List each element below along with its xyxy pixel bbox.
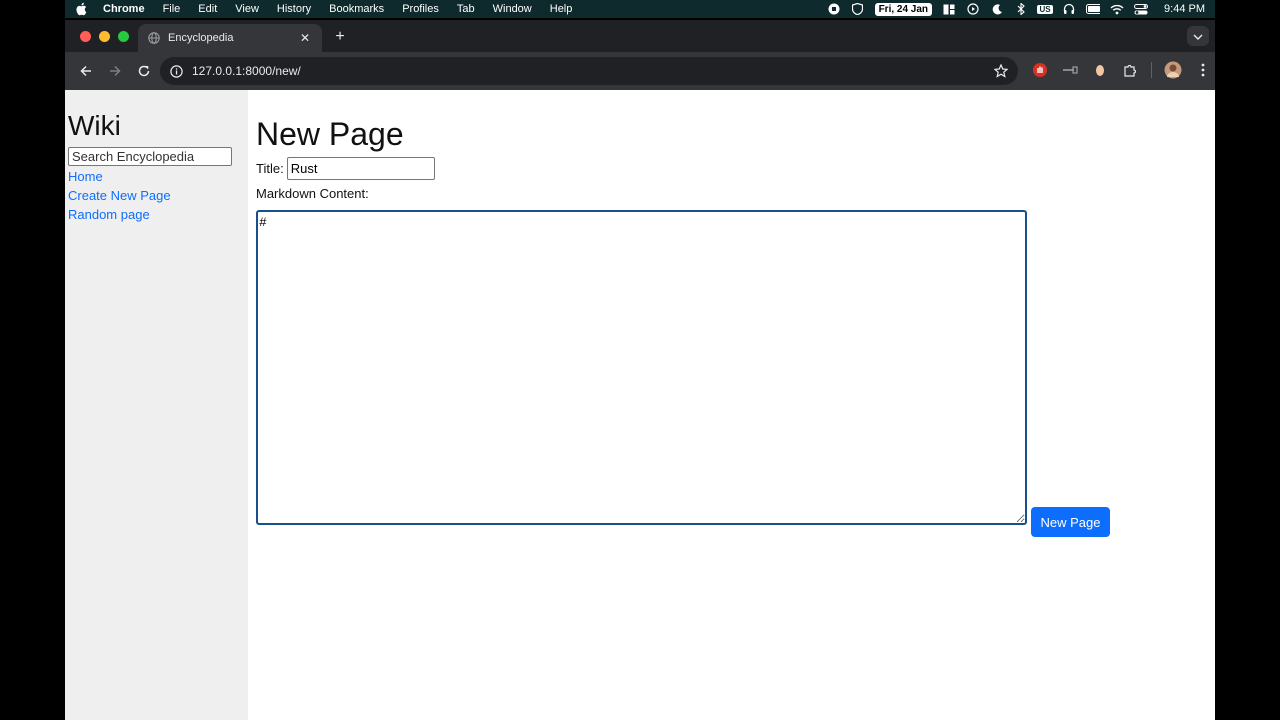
title-input[interactable] — [286, 157, 435, 180]
search-input[interactable] — [68, 147, 232, 166]
globe-icon — [148, 32, 160, 44]
bookmark-star-icon[interactable] — [994, 64, 1008, 78]
tab-search-button[interactable] — [1187, 26, 1209, 46]
tab-encyclopedia[interactable]: Encyclopedia ✕ — [138, 24, 322, 52]
reload-icon — [138, 65, 150, 77]
address-bar[interactable]: 127.0.0.1:8000/new/ — [160, 57, 1018, 85]
markdown-content-textarea[interactable]: # — [256, 210, 1027, 525]
puzzle-extensions-icon[interactable] — [1121, 61, 1139, 79]
editor-row: # New Page — [256, 210, 1110, 537]
screen-record-icon[interactable] — [827, 3, 841, 15]
more-menu-icon[interactable] — [1194, 61, 1212, 79]
window-layout-icon[interactable] — [942, 3, 956, 15]
headphones-icon[interactable] — [1062, 3, 1076, 15]
tab-title: Encyclopedia — [168, 32, 234, 44]
chevron-down-icon — [1193, 27, 1203, 45]
web-page: Wiki Home Create New Page Random page Ne… — [65, 90, 1215, 720]
menubar-status-area: Fri, 24 Jan US 9:44 PM — [827, 2, 1205, 16]
title-row: Title: — [256, 157, 1110, 180]
forward-button[interactable] — [102, 58, 128, 84]
egg-extension-icon[interactable] — [1091, 61, 1109, 79]
address-url[interactable]: 127.0.0.1:8000/new/ — [192, 64, 994, 78]
tab-close-icon[interactable]: ✕ — [298, 31, 312, 45]
site-info-icon[interactable] — [170, 64, 184, 78]
title-label: Title: — [256, 161, 284, 176]
control-center-icon[interactable] — [1134, 3, 1149, 15]
markdown-content-label: Markdown Content: — [256, 186, 369, 201]
main-content: New Page Title: Markdown Content: # New … — [256, 90, 1110, 537]
hand-extension-icon[interactable] — [1031, 61, 1049, 79]
menu-bookmarks[interactable]: Bookmarks — [329, 3, 384, 15]
date-badge[interactable]: Fri, 24 Jan — [874, 2, 933, 16]
input-source-label: US — [1037, 4, 1053, 14]
menu-app-chrome[interactable]: Chrome — [103, 3, 145, 15]
arrow-right-icon — [110, 65, 121, 77]
menu-history[interactable]: History — [277, 3, 311, 15]
menu-edit[interactable]: Edit — [198, 3, 217, 15]
wifi-icon[interactable] — [1110, 3, 1124, 15]
new-page-submit-button[interactable]: New Page — [1031, 507, 1110, 537]
browser-window: Encyclopedia ✕ + 127.0.0.1:8000/new/ Wik… — [65, 20, 1215, 720]
browser-toolbar: 127.0.0.1:8000/new/ — [65, 52, 1215, 90]
menu-profiles[interactable]: Profiles — [402, 3, 439, 15]
maximize-window-button[interactable] — [118, 31, 129, 42]
play-icon[interactable] — [966, 3, 980, 15]
sidebar-link-home[interactable]: Home — [68, 169, 245, 185]
sidebar: Wiki Home Create New Page Random page — [65, 90, 248, 720]
sidebar-link-random-page[interactable]: Random page — [68, 207, 245, 223]
reload-button[interactable] — [131, 58, 157, 84]
arrow-left-icon — [80, 65, 91, 77]
moon-icon[interactable] — [990, 3, 1004, 15]
key-extension-icon[interactable] — [1061, 61, 1079, 79]
tab-strip: Encyclopedia ✕ + — [65, 20, 1215, 52]
menu-view[interactable]: View — [235, 3, 259, 15]
extensions-area — [1031, 61, 1212, 79]
menu-window[interactable]: Window — [493, 3, 532, 15]
page-title: New Page — [256, 116, 404, 152]
menu-help[interactable]: Help — [550, 3, 573, 15]
minimize-window-button[interactable] — [99, 31, 110, 42]
macos-menubar: Chrome File Edit View History Bookmarks … — [65, 0, 1215, 18]
shield-icon[interactable] — [851, 3, 865, 15]
sidebar-link-create-new-page[interactable]: Create New Page — [68, 188, 245, 204]
close-window-button[interactable] — [80, 31, 91, 42]
sidebar-heading: Wiki — [68, 110, 121, 141]
profile-avatar[interactable] — [1164, 61, 1182, 79]
apple-icon[interactable] — [75, 2, 89, 16]
menu-file[interactable]: File — [163, 3, 181, 15]
battery-icon[interactable] — [1086, 3, 1101, 15]
back-button[interactable] — [73, 58, 99, 84]
input-source-icon[interactable]: US — [1037, 3, 1053, 15]
new-tab-button[interactable]: + — [331, 28, 349, 46]
toolbar-divider — [1151, 62, 1152, 78]
menubar-clock[interactable]: 9:44 PM — [1164, 3, 1205, 15]
bluetooth-icon[interactable] — [1014, 3, 1028, 15]
menu-tab[interactable]: Tab — [457, 3, 475, 15]
window-controls — [80, 31, 129, 42]
